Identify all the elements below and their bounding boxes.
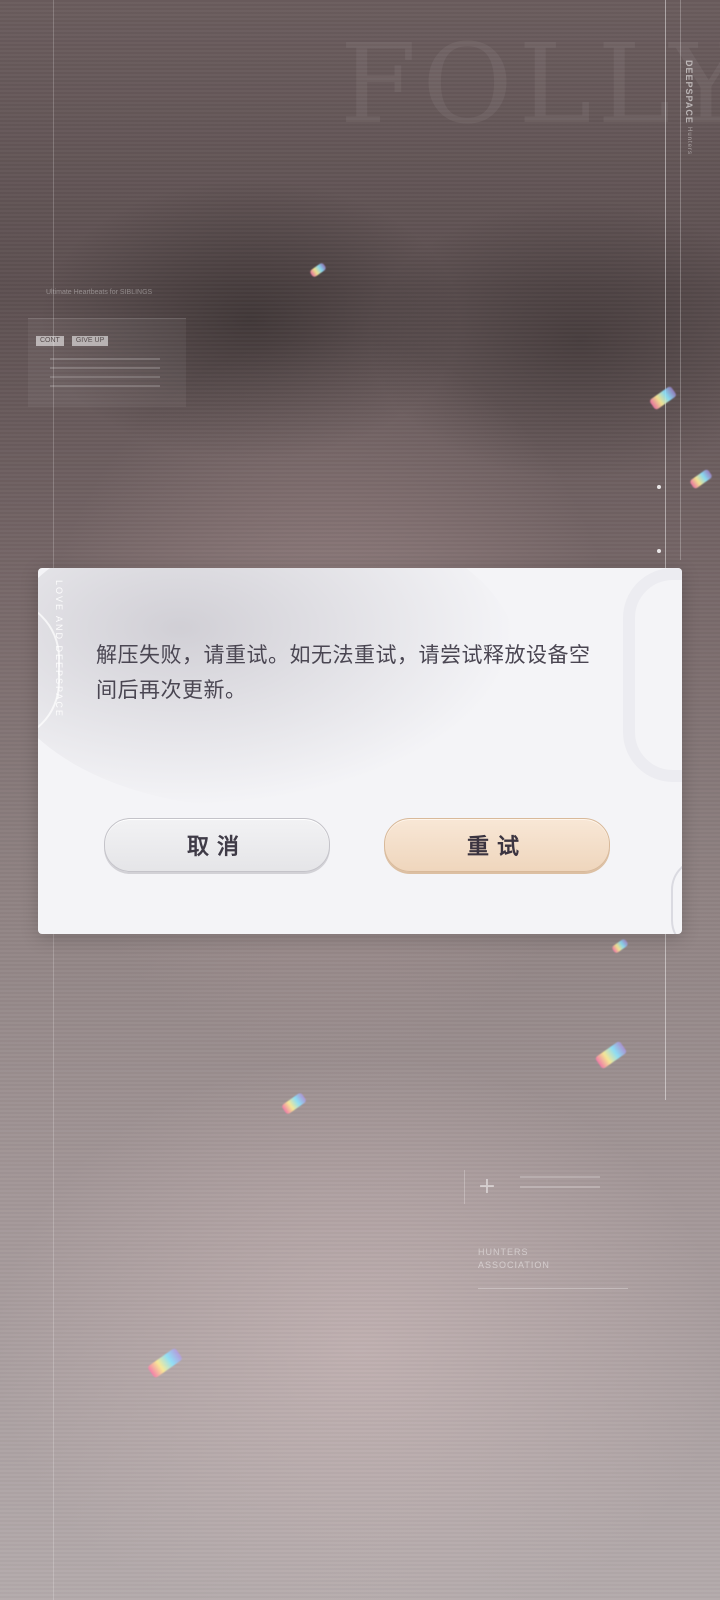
error-dialog: LOVE AND DEEPSPACE 解压失败，请重试。如无法重试，请尝试释放设… [38, 568, 682, 934]
dialog-decoration [623, 568, 682, 782]
hud-caption: Ultimate Heartbeats for SIBLINGS [46, 289, 153, 296]
decor-underline [478, 1288, 628, 1289]
hud-tag: GIVE UP [71, 336, 109, 346]
retry-button-label: 重试 [466, 834, 527, 860]
dialog-message: 解压失败，请重试。如无法重试，请尝试释放设备空间后再次更新。 [96, 643, 591, 702]
association-line-1: HUNTERS [478, 1247, 529, 1257]
retry-button[interactable]: 重试 [384, 818, 610, 872]
association-label: HUNTERS ASSOCIATION [478, 1246, 550, 1272]
plus-icon: + [464, 1170, 509, 1204]
hud-tag: CONT [36, 336, 64, 346]
association-line-2: ASSOCIATION [478, 1260, 550, 1270]
decor-text-lines [520, 1176, 600, 1196]
decor-line-right-2 [680, 0, 681, 560]
brand-name: DEEPSPACE [684, 60, 694, 124]
brand-subtitle: Hunters [686, 127, 692, 156]
brand-logo: DEEPSPACE Hunters [684, 60, 694, 155]
hud-tags: CONT GIVE UP [36, 336, 109, 346]
cancel-button[interactable]: 取消 [104, 818, 330, 872]
hud-text-lines [50, 358, 160, 394]
cancel-button-label: 取消 [186, 834, 247, 860]
decor-dot [657, 485, 661, 489]
decor-line-right [665, 0, 666, 1100]
background-watermark: FOLLY [340, 20, 720, 148]
dialog-side-text: LOVE AND DEEPSPACE [54, 580, 64, 718]
dialog-decoration-corner [671, 858, 682, 934]
decor-dot [657, 549, 661, 553]
